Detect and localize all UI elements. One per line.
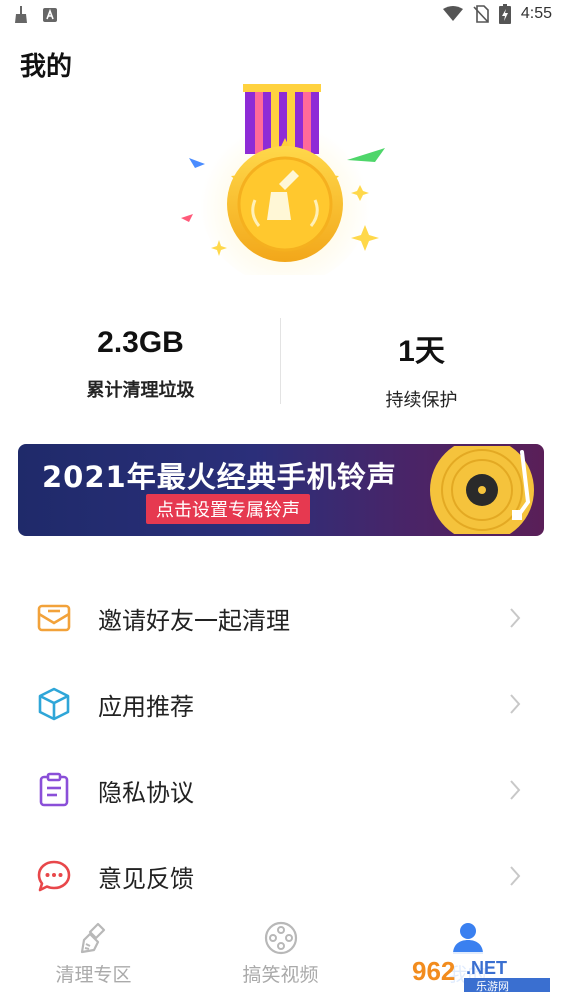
tab-clean-zone-label: 清理专区 bbox=[55, 964, 132, 986]
menu-item-invite-label: 邀请好友一起清理 bbox=[98, 606, 290, 635]
site-watermark-logo: 962 .NET 乐游网 bbox=[406, 952, 556, 996]
menu-item-app-recommend[interactable]: 应用推荐 bbox=[0, 661, 562, 747]
chat-icon bbox=[37, 860, 71, 892]
banner-cta-button[interactable]: 点击设置专属铃声 bbox=[146, 494, 310, 524]
chevron-right-icon bbox=[510, 694, 521, 714]
stat-cleaned-value: 2.3GB bbox=[97, 326, 184, 359]
status-indicators: 4:55 bbox=[442, 4, 552, 24]
stats-panel: 2.3GB 累计清理垃圾 1天 持续保护 bbox=[0, 318, 562, 411]
svg-text:962: 962 bbox=[412, 956, 455, 986]
app-notification-icon bbox=[43, 8, 57, 22]
status-bar: 4:55 bbox=[0, 0, 562, 30]
banner-title: 2021年最火经典手机铃声 bbox=[42, 460, 397, 494]
status-time: 4:55 bbox=[520, 5, 552, 22]
cleaner-notification-icon bbox=[15, 6, 27, 23]
medal-icon bbox=[181, 84, 385, 275]
stat-protection-value: 1天 bbox=[398, 335, 445, 368]
tab-funny-videos-label: 搞笑视频 bbox=[242, 964, 319, 986]
no-sim-icon bbox=[473, 5, 489, 23]
svg-text:.NET: .NET bbox=[466, 958, 507, 978]
menu-item-invite[interactable]: 邀请好友一起清理 bbox=[0, 575, 562, 661]
stat-protection: 1天 持续保护 bbox=[281, 318, 562, 411]
stat-protection-label: 持续保护 bbox=[385, 390, 458, 411]
cube-icon bbox=[38, 687, 70, 721]
page-title: 我的 bbox=[20, 52, 73, 82]
clipboard-icon bbox=[39, 772, 69, 807]
menu-item-feedback-label: 意见反馈 bbox=[98, 864, 194, 893]
chevron-right-icon bbox=[510, 780, 521, 800]
menu-item-app-recommend-label: 应用推荐 bbox=[98, 692, 194, 721]
broom-icon bbox=[80, 922, 105, 954]
tab-clean-zone[interactable]: 清理专区 bbox=[0, 912, 187, 1000]
stats-divider bbox=[280, 318, 281, 404]
menu-item-privacy-label: 隐私协议 bbox=[98, 778, 194, 807]
mail-icon bbox=[37, 604, 71, 632]
vinyl-record-icon bbox=[430, 446, 534, 534]
svg-text:乐游网: 乐游网 bbox=[476, 980, 509, 993]
ringtone-banner[interactable]: 2021年最火经典手机铃声 点击设置专属铃声 bbox=[18, 444, 544, 536]
battery-charging-icon bbox=[498, 4, 511, 24]
tab-funny-videos[interactable]: 搞笑视频 bbox=[187, 912, 374, 1000]
chevron-right-icon bbox=[510, 866, 521, 886]
menu-item-feedback[interactable]: 意见反馈 bbox=[0, 833, 562, 919]
stat-cleaned-label: 累计清理垃圾 bbox=[86, 380, 195, 401]
status-notifications bbox=[14, 6, 58, 24]
user-icon bbox=[452, 923, 483, 954]
chevron-right-icon bbox=[510, 608, 521, 628]
film-reel-icon bbox=[264, 921, 297, 955]
settings-menu: 邀请好友一起清理 应用推荐 隐私协议 意见反馈 bbox=[0, 575, 562, 919]
wifi-icon bbox=[442, 6, 463, 21]
menu-item-privacy[interactable]: 隐私协议 bbox=[0, 747, 562, 833]
stat-cleaned: 2.3GB 累计清理垃圾 bbox=[0, 318, 281, 408]
